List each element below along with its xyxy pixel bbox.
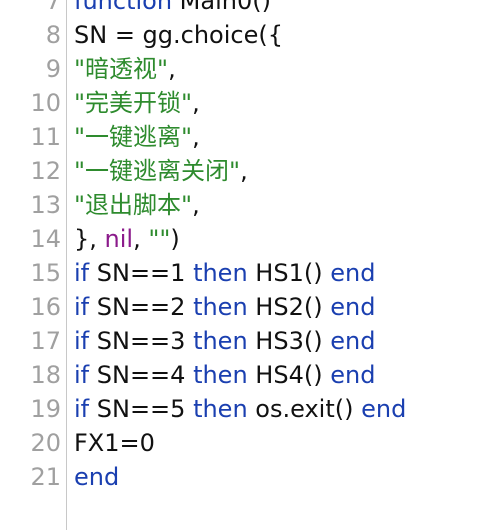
code-token-string: "一键逃离": [74, 123, 193, 151]
code-token-keyword: if: [74, 259, 90, 287]
code-line[interactable]: 15 if SN==1 then HS1() end: [0, 256, 486, 290]
code-text[interactable]: "退出脚本",: [74, 188, 200, 222]
code-text[interactable]: "一键逃离关闭",: [74, 154, 248, 188]
code-token-keyword: end: [74, 463, 120, 491]
code-token-nil: nil: [104, 225, 134, 253]
code-token-plain: HS1(): [247, 259, 331, 287]
code-token-plain: SN==1: [89, 259, 194, 287]
code-token-keyword: then: [193, 327, 248, 355]
code-line[interactable]: 16 if SN==2 then HS2() end: [0, 290, 486, 324]
code-token-plain: SN==5: [89, 395, 194, 423]
line-number: 17: [30, 327, 61, 355]
code-token-keyword: then: [193, 395, 248, 423]
code-token-plain: ,: [168, 55, 176, 83]
line-number: 15: [30, 259, 61, 287]
code-token-keyword: if: [74, 327, 90, 355]
code-text[interactable]: function Main0(): [74, 0, 271, 18]
line-number: 10: [30, 89, 61, 117]
code-line[interactable]: 12 "一键逃离关闭",: [0, 154, 486, 188]
line-number: 11: [30, 123, 61, 151]
line-number: 13: [30, 191, 61, 219]
code-token-plain: Main0(): [172, 0, 271, 15]
code-token-plain: os.exit(): [247, 395, 362, 423]
code-line[interactable]: 18 if SN==4 then HS4() end: [0, 358, 486, 392]
code-line[interactable]: 8 SN = gg.choice({: [0, 18, 486, 52]
line-number: 12: [30, 157, 61, 185]
code-text[interactable]: "完美开锁",: [74, 86, 200, 120]
line-number: 18: [30, 361, 61, 389]
code-text[interactable]: SN = gg.choice({: [74, 18, 283, 52]
code-token-plain: FX1=0: [74, 429, 155, 457]
line-number: 9: [45, 55, 61, 83]
code-text[interactable]: }, nil, ""): [74, 222, 180, 256]
code-token-plain: HS2(): [247, 293, 331, 321]
code-token-keyword: end: [330, 293, 376, 321]
line-number: 8: [45, 21, 61, 49]
code-token-plain: ,: [240, 157, 248, 185]
code-line[interactable]: 7 function Main0(): [0, 0, 486, 18]
code-token-string: "": [148, 225, 171, 253]
code-line[interactable]: 19 if SN==5 then os.exit() end: [0, 392, 486, 426]
code-token-keyword: if: [74, 361, 90, 389]
code-token-keyword: end: [330, 361, 376, 389]
code-line[interactable]: 10 "完美开锁",: [0, 86, 486, 120]
code-text[interactable]: FX1=0: [74, 426, 155, 460]
code-token-string: "完美开锁": [74, 89, 193, 117]
code-line[interactable]: 11 "一键逃离",: [0, 120, 486, 154]
code-token-keyword: then: [193, 259, 248, 287]
code-token-keyword: if: [74, 293, 90, 321]
line-number: 7: [45, 0, 61, 15]
code-token-keyword: if: [74, 395, 90, 423]
code-text[interactable]: if SN==4 then HS4() end: [74, 358, 375, 392]
code-editor[interactable]: 7 function Main0() 8 SN = gg.choice({ 9 "暗透视"…: [0, 0, 486, 530]
code-token-plain: HS3(): [247, 327, 331, 355]
code-token-plain: ,: [192, 89, 200, 117]
code-line[interactable]: 9 "暗透视",: [0, 52, 486, 86]
code-token-keyword: then: [193, 361, 248, 389]
code-text[interactable]: if SN==1 then HS1() end: [74, 256, 375, 290]
code-token-keyword: end: [330, 327, 376, 355]
code-token-plain: SN==3: [89, 327, 194, 355]
line-number: 16: [30, 293, 61, 321]
code-token-plain: ,: [192, 191, 200, 219]
code-token-keyword: then: [193, 293, 248, 321]
code-text[interactable]: if SN==5 then os.exit() end: [74, 392, 406, 426]
line-number: 14: [30, 225, 61, 253]
code-token-plain: SN==2: [89, 293, 194, 321]
code-text[interactable]: if SN==3 then HS3() end: [74, 324, 375, 358]
code-line[interactable]: 13 "退出脚本",: [0, 188, 486, 222]
code-text[interactable]: "一键逃离",: [74, 120, 200, 154]
line-number: 19: [30, 395, 61, 423]
code-token-plain: ,: [192, 123, 200, 151]
line-number: 21: [30, 463, 61, 491]
code-token-string: "一键逃离关闭": [74, 157, 241, 185]
code-token-keyword: end: [330, 259, 376, 287]
code-token-plain: },: [74, 225, 105, 253]
code-token-plain: SN==4: [89, 361, 194, 389]
code-token-string: "退出脚本": [74, 191, 193, 219]
code-text[interactable]: "暗透视",: [74, 52, 176, 86]
code-text[interactable]: if SN==2 then HS2() end: [74, 290, 375, 324]
code-token-plain: HS4(): [247, 361, 331, 389]
code-token-keyword: end: [361, 395, 407, 423]
code-text[interactable]: end: [74, 460, 119, 494]
code-line[interactable]: 21 end: [0, 460, 486, 494]
code-line[interactable]: 17 if SN==3 then HS3() end: [0, 324, 486, 358]
code-line[interactable]: 20 FX1=0: [0, 426, 486, 460]
code-token-keyword: function: [74, 0, 173, 15]
code-token-plain: ): [170, 225, 180, 253]
code-token-string: "暗透视": [74, 55, 169, 83]
line-number: 20: [30, 429, 61, 457]
code-line[interactable]: 14}, nil, ""): [0, 222, 486, 256]
code-token-plain: SN = gg.choice({: [74, 21, 284, 49]
code-token-plain: ,: [133, 225, 149, 253]
